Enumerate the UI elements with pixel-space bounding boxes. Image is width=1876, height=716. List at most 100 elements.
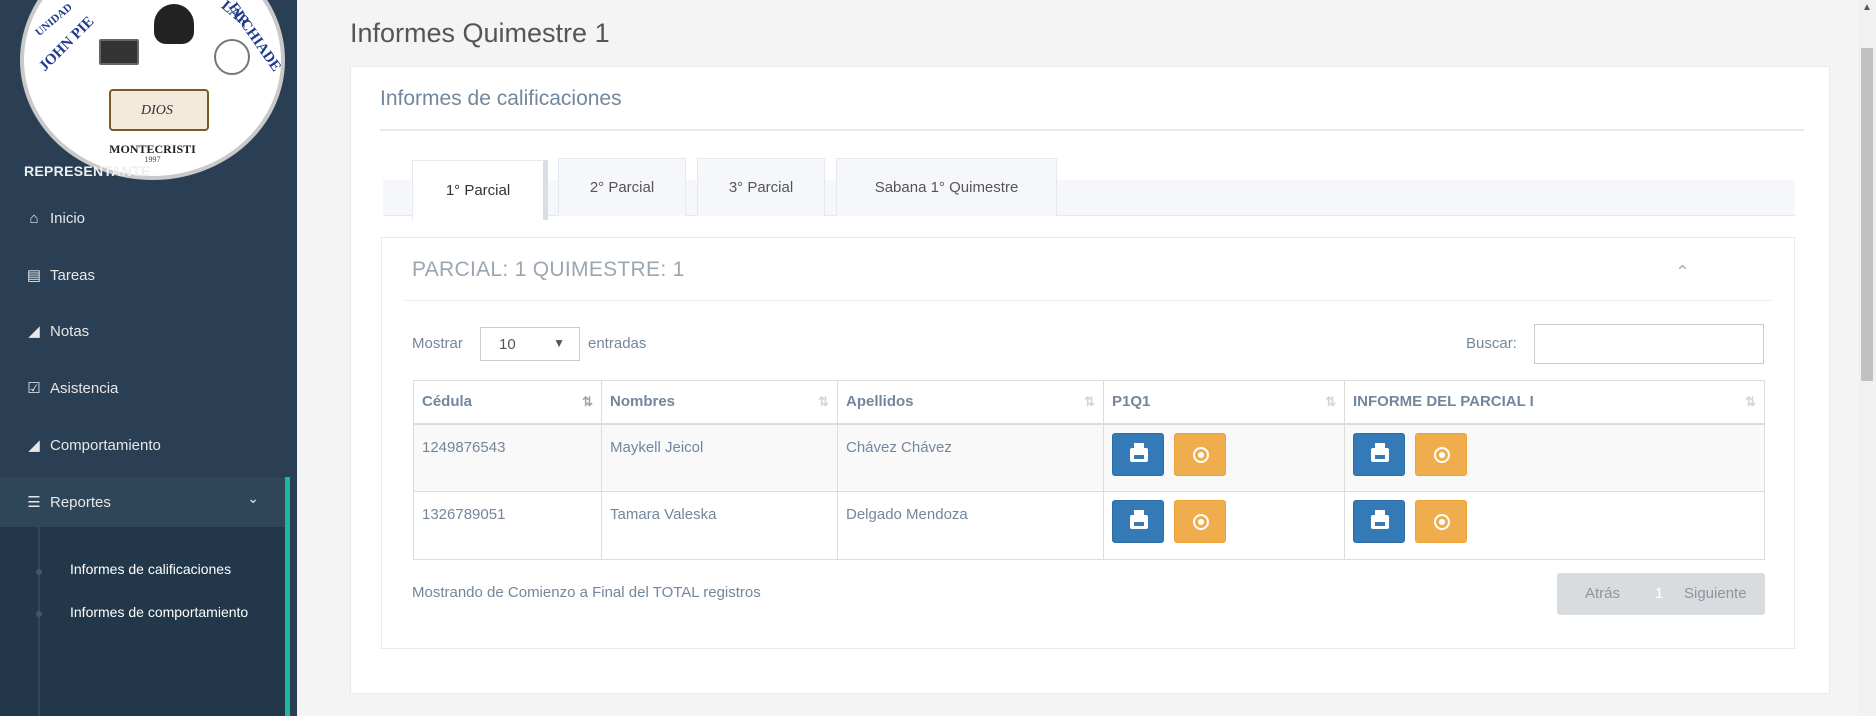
column-header-cedula[interactable]: Cédula ⇅	[413, 380, 602, 425]
submenu-item-informes-comportamiento[interactable]: Informes de comportamiento	[70, 604, 248, 620]
column-header-p1q1[interactable]: P1Q1 ⇅	[1103, 380, 1345, 425]
cell-apellidos: Chávez Chávez	[837, 423, 1104, 492]
folder-icon: ◢	[28, 323, 40, 340]
print-button[interactable]	[1353, 432, 1405, 476]
print-icon	[1130, 442, 1148, 462]
laptop-icon	[99, 39, 139, 65]
panel-title: Informes de calificaciones	[380, 87, 622, 110]
table-header-row: Cédula ⇅ Nombres ⇅ Apellidos ⇅ P1Q1 ⇅ IN…	[413, 380, 1765, 425]
sidebar-item-inicio[interactable]: ⌂ Inicio	[0, 196, 290, 240]
folder-icon: ◢	[28, 437, 40, 454]
print-icon	[1371, 442, 1389, 462]
tab-parcial-3[interactable]: 3° Parcial	[697, 158, 825, 216]
print-icon	[1371, 510, 1389, 529]
cell-informe-actions	[1344, 423, 1765, 492]
column-header-apellidos[interactable]: Apellidos ⇅	[837, 380, 1104, 425]
entries-label: entradas	[588, 335, 647, 352]
cell-cedula: 1249876543	[413, 423, 602, 492]
cell-apellidos: Delgado Mendoza	[837, 491, 1104, 560]
download-icon	[1193, 446, 1209, 463]
sort-icon: ⇅	[1745, 394, 1756, 409]
pagination-current[interactable]: 1	[1655, 585, 1663, 602]
tab-sabana-quimestre[interactable]: Sabana 1° Quimestre	[836, 158, 1057, 216]
column-header-label: Apellidos	[846, 393, 914, 411]
print-button[interactable]	[1112, 500, 1164, 543]
search-label: Buscar:	[1466, 335, 1517, 352]
pagination: Atrás 1 Siguiente	[1557, 573, 1765, 615]
cell-cedula: 1326789051	[413, 491, 602, 560]
caret-down-icon: ▼	[553, 336, 565, 350]
column-header-label: Nombres	[610, 393, 676, 411]
sidebar-item-label: Reportes	[50, 493, 111, 511]
search-input[interactable]	[1534, 324, 1764, 364]
column-header-label: INFORME DEL PARCIAL I	[1353, 393, 1534, 411]
sidebar-item-tareas[interactable]: ▤ Tareas	[0, 253, 290, 297]
atom-icon	[214, 39, 250, 75]
sidebar-item-label: Tareas	[50, 266, 96, 284]
download-button[interactable]	[1415, 432, 1467, 476]
sort-icon: ⇅	[818, 394, 829, 409]
print-button[interactable]	[1112, 432, 1164, 476]
grades-table: Cédula ⇅ Nombres ⇅ Apellidos ⇅ P1Q1 ⇅ IN…	[413, 380, 1765, 560]
logo-book-text: DIOS	[141, 103, 173, 118]
sidebar-item-comportamiento[interactable]: ◢ Comportamiento	[0, 423, 290, 467]
sidebar-item-label: Asistencia	[50, 379, 119, 397]
book-icon: DIOS	[109, 89, 209, 131]
download-button[interactable]	[1415, 500, 1467, 543]
divider	[405, 300, 1771, 301]
bars-icon: ☰	[27, 494, 41, 511]
submenu-line	[38, 527, 40, 716]
tab-parcial-2[interactable]: 2° Parcial	[558, 158, 686, 216]
entries-length-select[interactable]: 10 ▼	[480, 327, 580, 361]
page-title: Informes Quimestre 1	[350, 18, 610, 48]
pagination-prev[interactable]: Atrás	[1585, 585, 1620, 602]
table-info: Mostrando de Comienzo a Final del TOTAL …	[412, 584, 761, 601]
sort-asc-icon: ⇅	[582, 394, 593, 409]
school-logo[interactable]: UNIDAD JOHN PIE LAR ELCHIADE DIOS MONTEC…	[20, 0, 285, 180]
tab-parcial-1[interactable]: 1° Parcial	[412, 160, 548, 220]
download-icon	[1434, 446, 1450, 463]
print-icon	[1130, 510, 1148, 529]
submenu-item-informes-calificaciones[interactable]: Informes de calificaciones	[70, 561, 231, 577]
download-button[interactable]	[1174, 432, 1226, 476]
submenu-dot	[36, 611, 42, 617]
sort-icon: ⇅	[1325, 394, 1336, 409]
divider	[380, 129, 1804, 131]
sort-icon: ⇅	[1084, 394, 1095, 409]
cell-p1q1-actions	[1103, 491, 1345, 560]
length-label: Mostrar	[412, 335, 463, 352]
sidebar-item-label: Inicio	[50, 209, 86, 227]
download-icon	[1193, 514, 1209, 530]
print-button[interactable]	[1353, 500, 1405, 543]
download-button[interactable]	[1174, 500, 1226, 543]
scrollbar-thumb[interactable]	[1861, 48, 1873, 381]
table-row: 1249876543 Maykell Jeicol Chávez Chávez	[413, 423, 1765, 492]
cell-nombres: Maykell Jeicol	[601, 423, 838, 492]
logo-figure-icon	[154, 4, 194, 44]
section-title: PARCIAL: 1 QUIMESTRE: 1	[412, 258, 685, 281]
sidebar-item-reportes[interactable]: ☰ Reportes ⌄	[0, 477, 290, 527]
scroll-up-icon[interactable]: ▲	[1862, 2, 1872, 13]
chevron-down-icon: ⌄	[247, 490, 259, 506]
check-square-icon: ☑	[27, 380, 41, 397]
entries-length-value: 10	[499, 336, 516, 353]
sidebar: UNIDAD JOHN PIE LAR ELCHIADE DIOS MONTEC…	[0, 0, 297, 716]
sidebar-item-label: Comportamiento	[50, 436, 161, 454]
column-header-label: P1Q1	[1112, 393, 1151, 411]
sidebar-item-notas[interactable]: ◢ Notas	[0, 309, 290, 353]
sidebar-item-asistencia[interactable]: ☑ Asistencia	[0, 366, 290, 410]
home-icon: ⌂	[29, 209, 39, 227]
submenu-dot	[36, 569, 42, 575]
column-header-label: Cédula	[422, 393, 473, 411]
download-icon	[1434, 514, 1450, 530]
cell-informe-actions	[1344, 491, 1765, 560]
list-icon: ▤	[26, 267, 42, 284]
sidebar-submenu-reportes	[0, 527, 290, 716]
column-header-nombres[interactable]: Nombres ⇅	[601, 380, 838, 425]
sidebar-item-label: Notas	[50, 322, 90, 340]
pagination-next[interactable]: Siguiente	[1684, 585, 1747, 602]
collapse-icon[interactable]: ⌃	[1675, 262, 1690, 283]
table-row: 1326789051 Tamara Valeska Delgado Mendoz…	[413, 491, 1765, 560]
column-header-informe[interactable]: INFORME DEL PARCIAL I ⇅	[1344, 380, 1765, 425]
sidebar-section-title: REPRESENTANTE	[24, 163, 151, 179]
